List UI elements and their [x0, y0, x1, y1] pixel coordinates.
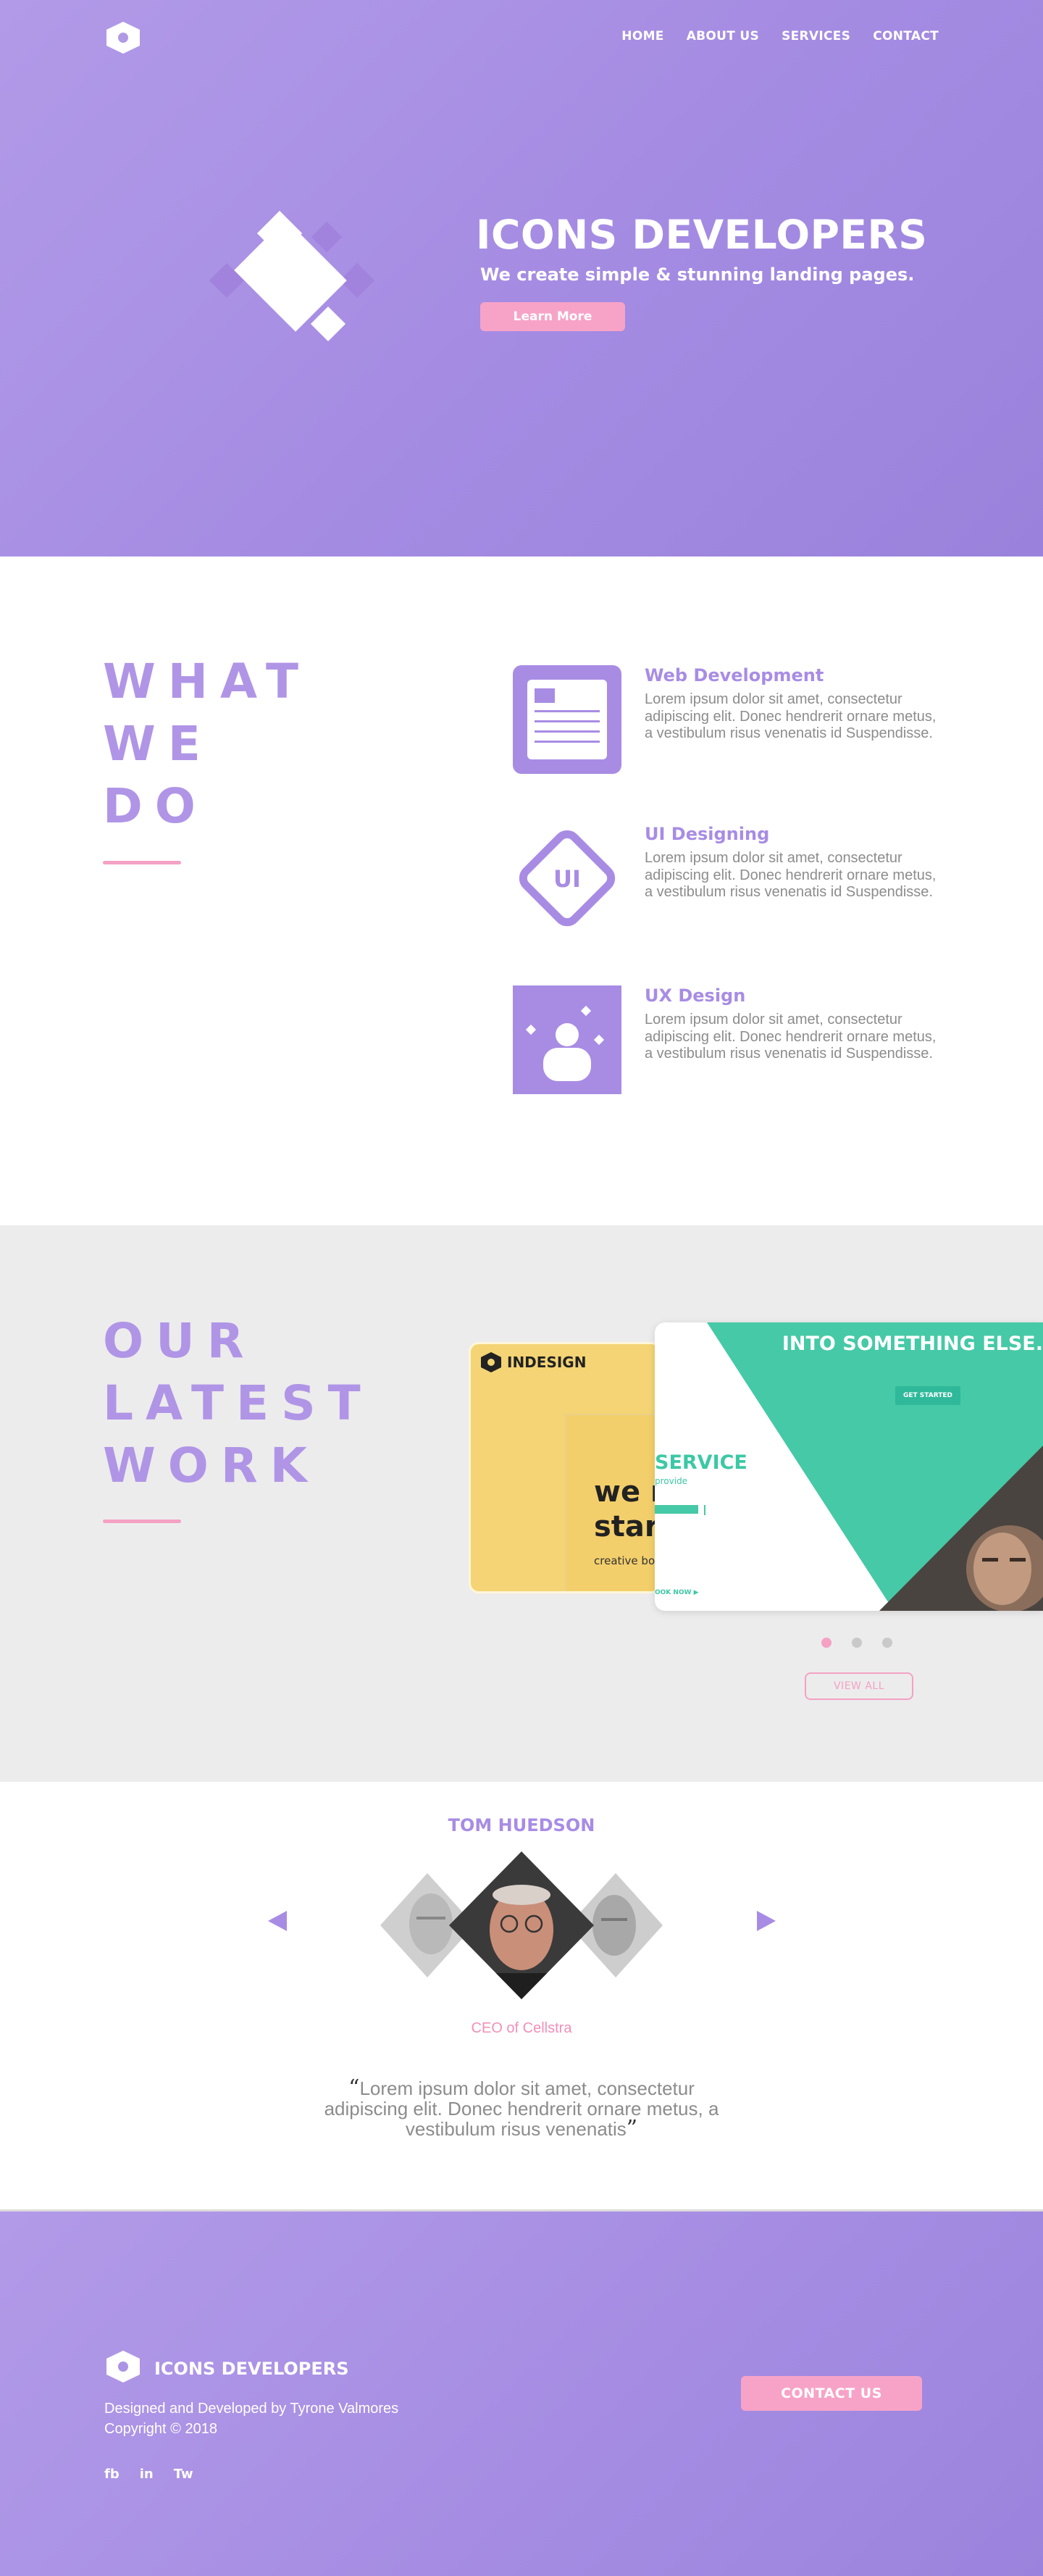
heading-line: LATEST [103, 1375, 373, 1431]
indesign-logo-icon [481, 1352, 501, 1372]
hero-title: ICONS DEVELOPERS [476, 212, 928, 258]
service-title: UX Design [645, 985, 746, 1006]
heading-underline [103, 861, 181, 864]
latest-work-heading: OUR LATEST WORK [103, 1310, 373, 1497]
view-all-button[interactable]: VIEW ALL [805, 1672, 913, 1700]
facebook-link[interactable]: fb [104, 2467, 120, 2482]
work-card-indesign[interactable]: INDESIGN we r star creative bo [469, 1342, 661, 1593]
close-quote-icon: ” [626, 2116, 638, 2141]
contact-us-button[interactable]: CONTACT US [741, 2376, 922, 2411]
card-headline-line: we r [594, 1475, 661, 1509]
card-headline: we r star [594, 1475, 661, 1544]
card-service-heading: SERVICE [655, 1451, 747, 1474]
hero-diamond-cluster-icon [209, 210, 375, 342]
footer-credits: Designed and Developed by Tyrone Valmore… [104, 2398, 398, 2439]
linkedin-link[interactable]: in [140, 2467, 154, 2482]
card-title: INTO SOMETHING ELSE. [782, 1333, 1043, 1355]
heading-line: WE [103, 716, 213, 772]
card-caption: creative bo [594, 1554, 655, 1567]
heading-line: OUR [103, 1313, 256, 1369]
testimonial-quote: “Lorem ipsum dolor sit amet, consectetur… [304, 2075, 739, 2141]
carousel-dot-1[interactable] [821, 1638, 832, 1648]
open-quote-icon: “ [348, 2075, 360, 2101]
work-card-service[interactable]: INTO SOMETHING ELSE. GET STARTED SERVICE… [655, 1322, 1043, 1611]
heading-line: WORK [103, 1438, 319, 1493]
logo-hexagon-icon[interactable] [104, 20, 142, 55]
testimonial-name: TOM HUEDSON [448, 1815, 595, 1835]
service-title: UI Designing [645, 824, 770, 844]
hero-section: HOME ABOUT US SERVICES CONTACT ICONS DEV… [0, 0, 1043, 557]
testimonial-role: CEO of Cellstra [471, 2020, 572, 2036]
nav-contact[interactable]: CONTACT [873, 29, 939, 43]
twitter-link[interactable]: Tw [174, 2467, 193, 2482]
carousel-dot-3[interactable] [882, 1638, 892, 1648]
service-ux-design: UX Design Lorem ipsum dolor sit amet, co… [513, 985, 940, 1094]
ui-diamond-icon: UI [519, 830, 616, 927]
card-headline-line: star [594, 1510, 659, 1543]
carousel-dot-2[interactable] [852, 1638, 862, 1648]
card-mini-button [655, 1505, 698, 1514]
footer-copyright: Copyright © 2018 [104, 2421, 217, 2437]
learn-more-button[interactable]: Learn More [480, 302, 625, 331]
card-divider [704, 1505, 705, 1515]
card-brand: INDESIGN [507, 1354, 587, 1371]
footer-credit-line: Designed and Developed by Tyrone Valmore… [104, 2401, 399, 2417]
card-book-now: OOK NOW ▶ [655, 1589, 699, 1596]
main-nav: HOME ABOUT US SERVICES CONTACT [621, 29, 939, 43]
carousel-dots [821, 1638, 892, 1648]
what-we-do-heading: WHAT WE DO [103, 651, 311, 838]
ui-icon-label: UI [553, 865, 581, 893]
service-description: Lorem ipsum dolor sit amet, consectetur … [645, 850, 937, 900]
hero-subtitle: We create simple & stunning landing page… [480, 264, 915, 285]
card-service-subtitle: provide [655, 1476, 688, 1486]
footer-logo-hexagon-icon[interactable] [104, 2349, 142, 2384]
nav-about-us[interactable]: ABOUT US [687, 29, 759, 43]
footer-social-links: fb in Tw [104, 2467, 193, 2482]
service-description: Lorem ipsum dolor sit amet, consectetur … [645, 1012, 937, 1062]
footer-brand: ICONS DEVELOPERS [154, 2359, 349, 2379]
user-sparkle-icon [513, 985, 621, 1094]
web-page-icon [513, 665, 621, 774]
next-testimonial-arrow-icon[interactable] [757, 1911, 776, 1931]
service-web-development: Web Development Lorem ipsum dolor sit am… [513, 665, 940, 774]
get-started-button: GET STARTED [895, 1386, 960, 1405]
testimonial-avatars [380, 1844, 663, 2007]
service-title: Web Development [645, 665, 824, 685]
nav-home[interactable]: HOME [621, 29, 663, 43]
heading-line: WHAT [103, 654, 311, 709]
heading-line: DO [103, 778, 208, 834]
heading-underline [103, 1520, 181, 1523]
testimonial-quote-text: Lorem ipsum dolor sit amet, consectetur … [324, 2077, 719, 2140]
service-ui-designing: UI UI Designing Lorem ipsum dolor sit am… [513, 824, 940, 933]
service-description: Lorem ipsum dolor sit amet, consectetur … [645, 691, 937, 741]
nav-services[interactable]: SERVICES [782, 29, 850, 43]
avatar-center[interactable] [445, 1844, 598, 2007]
prev-testimonial-arrow-icon[interactable] [268, 1911, 287, 1931]
